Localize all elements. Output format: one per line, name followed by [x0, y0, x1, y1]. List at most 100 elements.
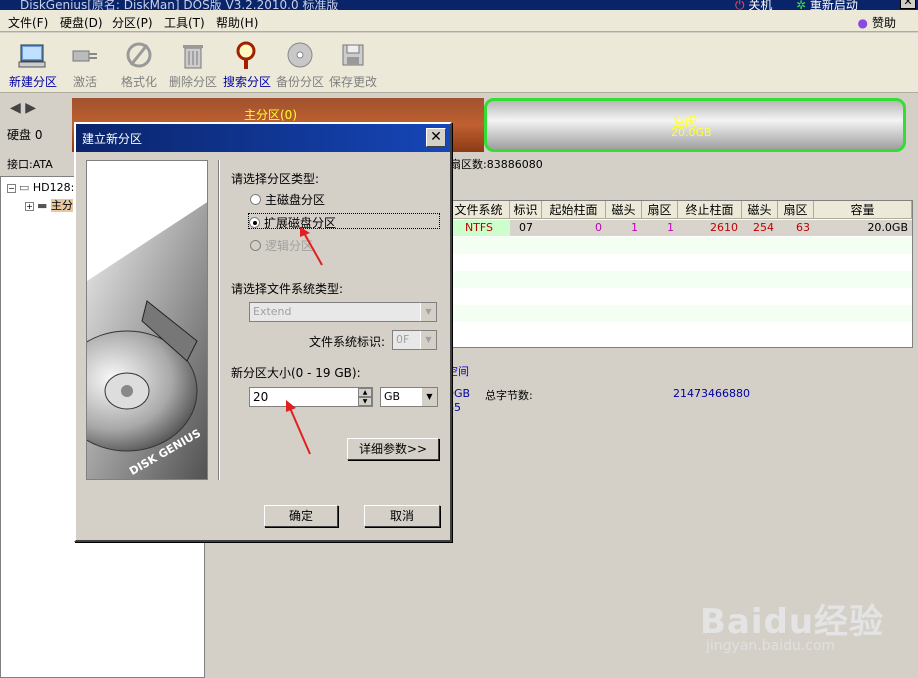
annotation-arrow-2 — [286, 400, 311, 455]
spin-up-icon[interactable]: ▲ — [358, 388, 372, 397]
table-row-empty — [448, 237, 912, 254]
restart-button[interactable]: ✲ 重新启动 — [796, 0, 858, 10]
ok-button[interactable]: 确定 — [264, 505, 338, 527]
power-icon: ⏻ — [735, 0, 745, 10]
col-start-sector[interactable]: 扇区 — [642, 201, 678, 219]
prev-disk-icon[interactable]: ◀ — [10, 100, 21, 116]
col-filesystem[interactable]: 文件系统 — [448, 201, 510, 219]
tree-node-partition[interactable]: + ▬ 主分 — [25, 197, 73, 213]
primary-partition-label: 主分区(0) — [244, 108, 297, 122]
free-space-bar[interactable]: 空闲 20.0GB — [484, 98, 906, 152]
free-space-size: 20.0GB — [671, 126, 712, 139]
partition-details: 空间 0GB 65 总字节数: 21473466880 — [447, 360, 913, 430]
window-close-button[interactable]: ✕ — [900, 0, 916, 9]
disk-genius-image: DISK GENIUS — [86, 160, 208, 480]
col-id[interactable]: 标识 — [510, 201, 542, 219]
close-icon: ✕ — [430, 129, 442, 145]
chevron-down-icon: ▼ — [420, 303, 436, 321]
new-partition-button[interactable]: 新建分区 — [6, 37, 60, 91]
filesystem-prompt: 请选择文件系统类型: — [231, 282, 344, 296]
dialog-title: 建立新分区 — [82, 132, 143, 146]
cell-end-cyl: 2610 — [710, 221, 738, 234]
size-unit-select[interactable]: GB ▼ — [380, 387, 438, 407]
partition-icon: ▬ — [37, 199, 48, 212]
donate-link[interactable]: ● 赞助 — [858, 14, 897, 31]
cell-capacity: 20.0GB — [867, 221, 908, 234]
table-row-empty — [448, 271, 912, 288]
save-changes-button[interactable]: 保存更改 — [326, 37, 380, 91]
sector-count-info: 扇区数:83886080 — [450, 158, 543, 171]
new-partition-dialog: 建立新分区 ✕ DISK GENIUS 请选择分区类型: 主磁盘分区 扩展磁盘分… — [74, 122, 452, 542]
menu-bar: 文件(F) 硬盘(D) 分区(P) 工具(T) 帮助(H) ● 赞助 — [0, 10, 918, 32]
dialog-title-bar[interactable]: 建立新分区 ✕ — [76, 124, 450, 152]
disk-label: 硬盘 0 — [7, 128, 43, 142]
chevron-down-icon: ▼ — [420, 331, 436, 349]
menu-file[interactable]: 文件(F) — [8, 14, 48, 31]
cell-id: 07 — [519, 221, 533, 234]
size-prompt: 新分区大小(0 - 19 GB): — [231, 366, 361, 380]
details-button[interactable]: 详细参数>> — [347, 438, 439, 460]
radio-primary-partition[interactable]: 主磁盘分区 — [250, 191, 325, 207]
activate-button[interactable]: 激活 — [58, 37, 112, 91]
filesystem-id-label: 文件系统标识: — [309, 335, 386, 349]
format-icon — [126, 42, 152, 68]
col-start-cyl[interactable]: 起始柱面 — [542, 201, 606, 219]
cell-end-sector: 63 — [796, 221, 810, 234]
cell-filesystem: NTFS — [448, 220, 510, 236]
interface-info: 接口:ATA — [7, 158, 53, 171]
format-button[interactable]: 格式化 — [112, 37, 166, 91]
dialog-separator — [218, 160, 220, 480]
search-partition-button[interactable]: 搜索分区 — [220, 37, 274, 91]
radio-extended-partition[interactable]: 扩展磁盘分区 — [248, 213, 440, 230]
menu-tools[interactable]: 工具(T) — [164, 14, 205, 31]
window-title: DiskGenius[原名: DiskMan] DOS版 V3.2.2010.0… — [20, 0, 339, 10]
radio-circle — [250, 194, 261, 205]
plug-icon — [72, 50, 97, 62]
save-icon — [342, 44, 364, 66]
cell-end-head: 254 — [753, 221, 774, 234]
backup-partition-button[interactable]: 备份分区 — [273, 37, 327, 91]
new-partition-icon — [18, 44, 46, 68]
table-row-empty — [448, 305, 912, 322]
col-capacity[interactable]: 容量 — [814, 201, 912, 219]
cell-start-sector: 1 — [667, 221, 674, 234]
partition-type-prompt: 请选择分区类型: — [231, 172, 320, 186]
partition-table: 文件系统 标识 起始柱面 磁头 扇区 终止柱面 磁头 扇区 容量 NTFS 07… — [447, 200, 913, 348]
disk-icon: ▭ — [19, 181, 30, 194]
shutdown-button[interactable]: ⏻ 关机 — [735, 0, 772, 10]
menu-partition[interactable]: 分区(P) — [112, 14, 153, 31]
trash-icon — [183, 45, 203, 69]
delete-partition-button[interactable]: 删除分区 — [166, 37, 220, 91]
total-bytes-value: 21473466880 — [673, 387, 750, 400]
filesystem-select[interactable]: Extend ▼ — [249, 302, 437, 322]
total-bytes-label: 总字节数: — [485, 389, 533, 402]
disc-icon — [287, 42, 313, 68]
toolbar: 新建分区 激活 格式化 删除分区 搜索分区 备份分区 保存更改 — [0, 33, 918, 93]
title-bar: DiskGenius[原名: DiskMan] DOS版 V3.2.2010.0… — [0, 0, 918, 10]
cancel-button[interactable]: 取消 — [364, 505, 440, 527]
menu-disk[interactable]: 硬盘(D) — [60, 14, 103, 31]
collapse-icon[interactable]: − — [7, 183, 16, 193]
col-start-head[interactable]: 磁头 — [606, 201, 642, 219]
cell-start-head: 1 — [631, 221, 638, 234]
col-end-head[interactable]: 磁头 — [742, 201, 778, 219]
radio-circle-selected — [249, 217, 260, 228]
watermark-logo: Baidu经验 — [700, 602, 885, 642]
hard-drive-icon: DISK GENIUS — [87, 161, 207, 479]
annotation-arrow-1 — [300, 227, 323, 266]
disk-nav: ◀ ▶ — [10, 100, 36, 116]
dialog-close-button[interactable]: ✕ — [426, 128, 446, 147]
cell-start-cyl: 0 — [595, 221, 602, 234]
next-disk-icon[interactable]: ▶ — [25, 100, 36, 116]
col-end-sector[interactable]: 扇区 — [778, 201, 814, 219]
filesystem-id-select[interactable]: 0F ▼ — [392, 330, 437, 350]
chevron-down-icon: ▼ — [421, 388, 437, 406]
tree-node-disk[interactable]: − ▭ HD128: — [7, 181, 74, 194]
restart-icon: ✲ — [796, 0, 807, 10]
radio-circle — [250, 240, 261, 251]
menu-help[interactable]: 帮助(H) — [216, 14, 258, 31]
expand-icon[interactable]: + — [25, 201, 34, 211]
col-end-cyl[interactable]: 终止柱面 — [678, 201, 742, 219]
spin-down-icon[interactable]: ▼ — [358, 397, 372, 406]
donate-icon: ● — [857, 16, 868, 30]
